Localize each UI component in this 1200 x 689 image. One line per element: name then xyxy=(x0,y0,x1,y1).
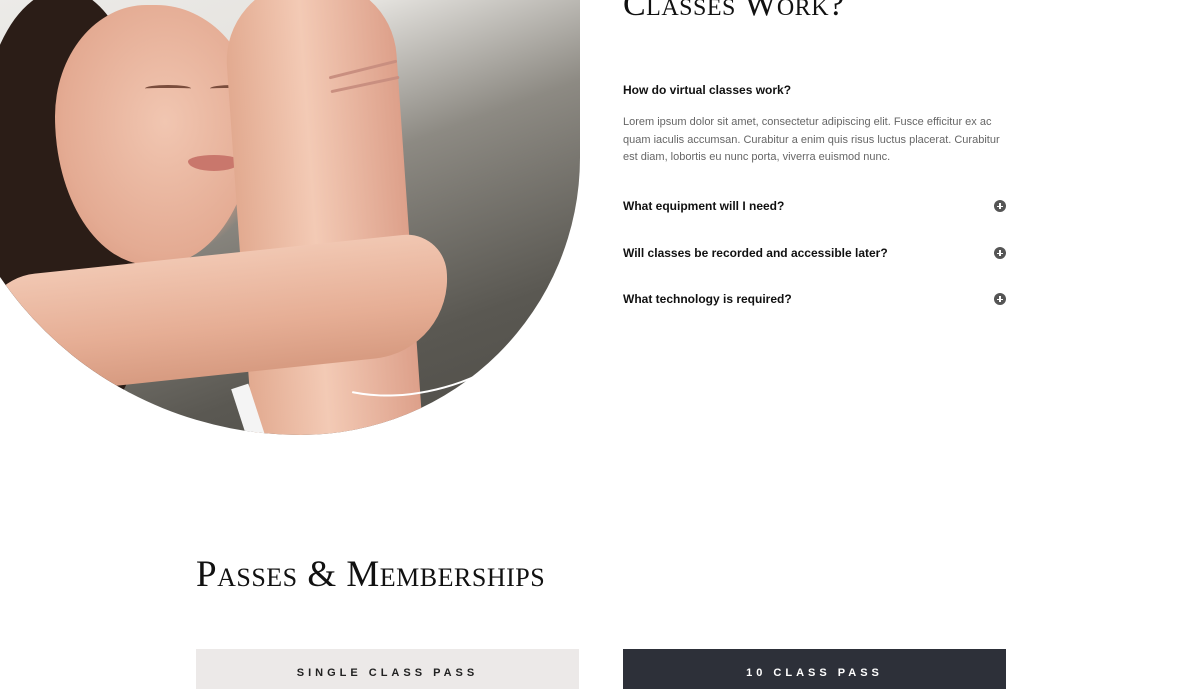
photo-eye-left xyxy=(145,85,191,92)
plus-circle-icon[interactable] xyxy=(994,247,1006,259)
faq-item-label: Will classes be recorded and accessible … xyxy=(623,246,888,260)
plus-circle-icon[interactable] xyxy=(994,293,1006,305)
pass-card-label: 10 Class Pass xyxy=(746,667,883,679)
faq-item-recorded[interactable]: Will classes be recorded and accessible … xyxy=(623,244,1006,262)
plus-circle-icon[interactable] xyxy=(994,200,1006,212)
faq-item-label: What equipment will I need? xyxy=(623,199,785,213)
pass-card-ten[interactable]: 10 Class Pass xyxy=(623,649,1006,689)
faq-item-technology[interactable]: What technology is required? xyxy=(623,290,1006,308)
faq-item-label: What technology is required? xyxy=(623,292,792,306)
pass-card-single[interactable]: Single Class Pass xyxy=(196,649,579,689)
faq-question-open[interactable]: How do virtual classes work? xyxy=(623,83,791,97)
faq-answer: Lorem ipsum dolor sit amet, consectetur … xyxy=(623,116,1000,163)
faq-heading: Classes Work? xyxy=(623,0,845,23)
pass-card-label: Single Class Pass xyxy=(296,667,479,679)
faq-item-equipment[interactable]: What equipment will I need? xyxy=(623,197,1006,215)
passes-heading: Passes & Memberships xyxy=(196,554,546,595)
